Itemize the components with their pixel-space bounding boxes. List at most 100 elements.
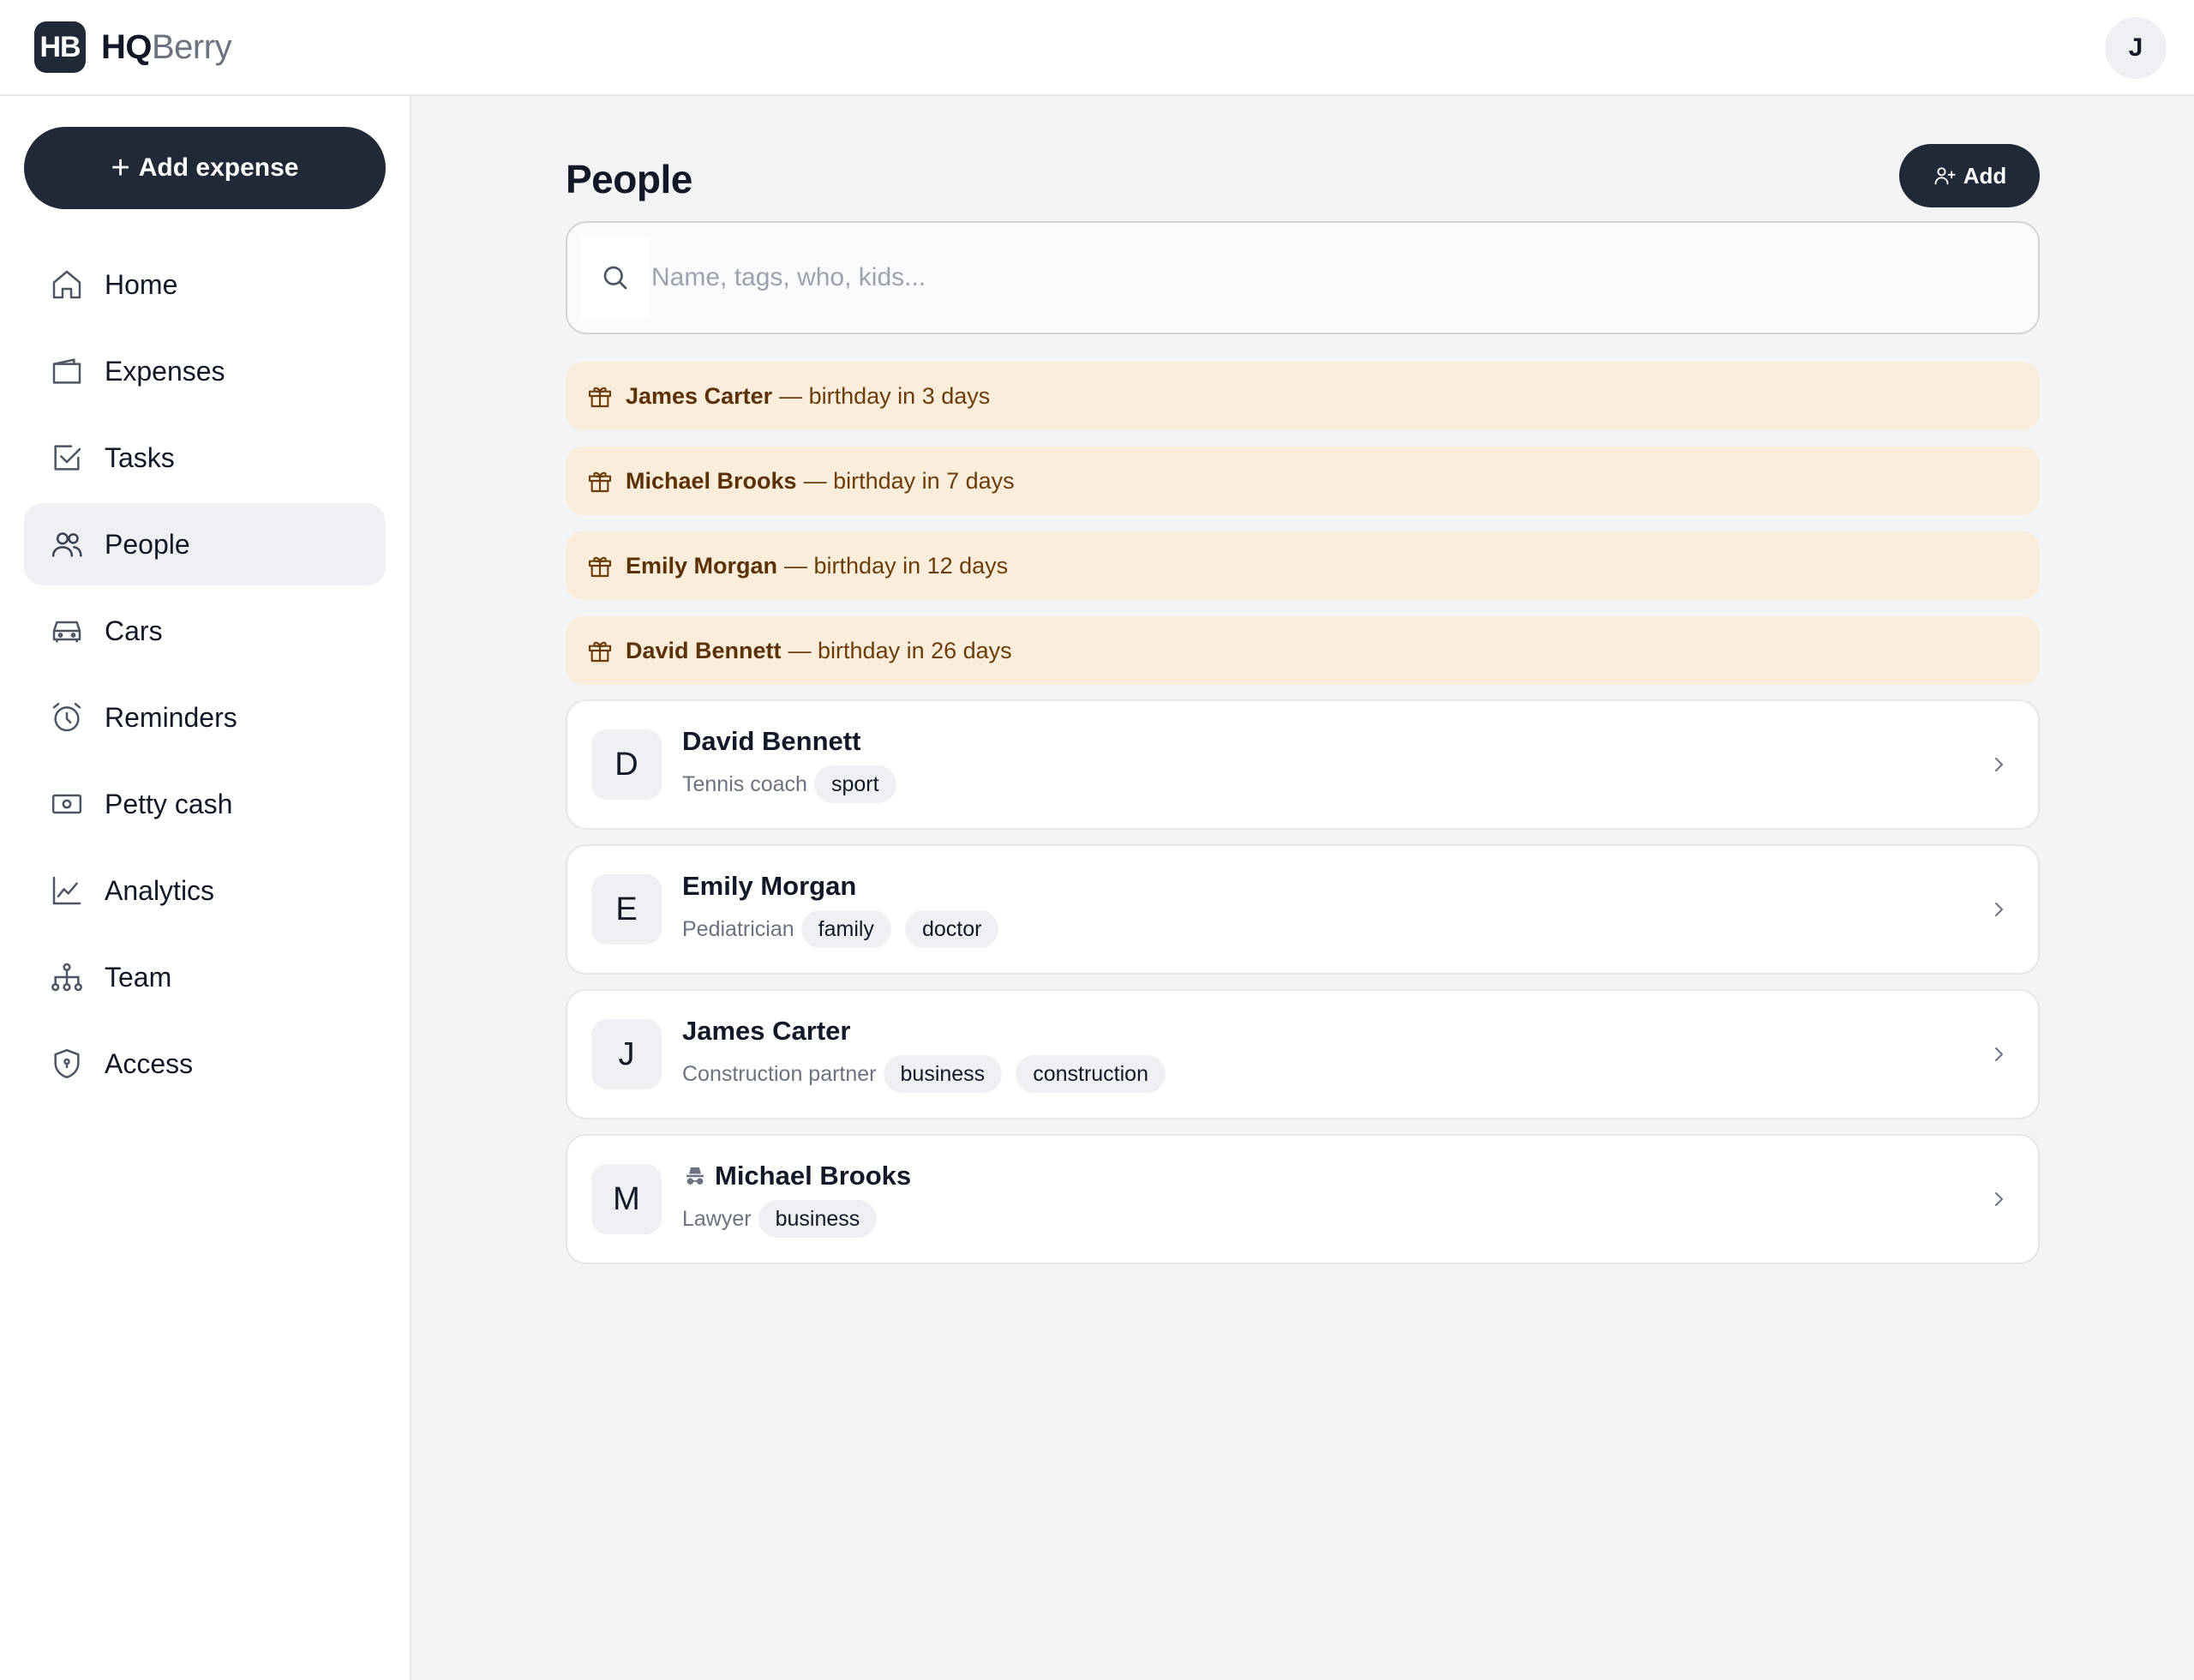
sidebar-item-label: Petty cash [105, 788, 233, 819]
birthday-text: — birthday in 7 days [803, 467, 1015, 494]
sidebar: + Add expense Home Expenses Tasks People … [0, 96, 411, 1680]
birthday-name: James Carter [626, 382, 773, 409]
person-card[interactable]: D David Bennett Tennis coach sport [566, 699, 2040, 830]
person-meta: Construction partner business constructi… [682, 1055, 1166, 1093]
person-tag: family [800, 910, 891, 948]
birthday-text: — birthday in 26 days [788, 637, 1012, 663]
birthday-alert[interactable]: Michael Brooks — birthday in 7 days [566, 447, 2040, 515]
add-person-button[interactable]: Add [1899, 144, 2040, 207]
sidebar-item-cars[interactable]: Cars [24, 590, 386, 672]
incognito-icon [686, 1167, 704, 1185]
plus-icon: + [111, 150, 130, 186]
person-tag: business [883, 1055, 1003, 1093]
line-chart-icon [52, 876, 81, 905]
search-input[interactable] [650, 263, 2038, 292]
birthday-name: Emily Morgan [626, 552, 778, 579]
chevron-right-icon [1995, 758, 2003, 771]
person-tag: doctor [904, 910, 999, 948]
banknote-icon [51, 794, 82, 814]
logo-mark[interactable]: HB [34, 21, 86, 73]
person-role: Tennis coach [682, 771, 807, 796]
sidebar-item-tasks[interactable]: Tasks [24, 417, 386, 499]
birthday-alert[interactable]: Emily Morgan — birthday in 12 days [566, 531, 2040, 600]
sidebar-nav: Home Expenses Tasks People Cars Reminder… [24, 243, 386, 1105]
main-content: People Add James Carter — birthday in 3 … [566, 96, 2040, 1279]
person-meta: Tennis coach sport [682, 765, 896, 803]
person-info: Michael Brooks Lawyer business [682, 1161, 911, 1238]
checkbox-icon [54, 445, 81, 471]
person-tag: construction [1016, 1055, 1166, 1093]
sidebar-item-label: Cars [105, 615, 163, 646]
person-name: Michael Brooks [682, 1161, 911, 1191]
birthday-name: David Bennett [626, 637, 782, 663]
car-icon [52, 621, 81, 643]
gift-icon [588, 641, 612, 663]
person-name-text: James Carter [682, 1016, 851, 1046]
person-name: David Bennett [682, 726, 896, 757]
page-header: People Add [566, 96, 2040, 221]
sidebar-item-access[interactable]: Access [24, 1023, 386, 1105]
sidebar-item-label: Reminders [105, 701, 237, 733]
add-expense-button[interactable]: + Add expense [24, 127, 386, 209]
sidebar-item-people[interactable]: People [24, 503, 386, 585]
gift-icon [588, 471, 612, 493]
top-bar: HB HQBerry J [0, 0, 2194, 96]
sidebar-item-analytics[interactable]: Analytics [24, 849, 386, 932]
person-meta: Lawyer business [682, 1200, 911, 1238]
shield-icon [54, 1048, 80, 1079]
person-initial: M [591, 1164, 662, 1234]
chevron-right-icon [1995, 1192, 2003, 1206]
search-box [566, 221, 2040, 334]
birthday-name: Michael Brooks [626, 467, 797, 494]
person-meta: Pediatrician family doctor [682, 910, 999, 948]
search-icon [603, 266, 627, 290]
birthday-text: — birthday in 3 days [779, 382, 991, 409]
person-card[interactable]: J James Carter Construction partner busi… [566, 989, 2040, 1119]
sidebar-item-label: Tasks [105, 441, 175, 473]
person-tag: sport [813, 765, 896, 803]
sidebar-item-home[interactable]: Home [24, 243, 386, 326]
user-avatar[interactable]: J [2105, 17, 2167, 79]
org-chart-icon [51, 963, 82, 992]
page-title: People [566, 157, 692, 201]
sidebar-item-expenses[interactable]: Expenses [24, 330, 386, 412]
add-person-label: Add [1963, 162, 2007, 189]
person-info: David Bennett Tennis coach sport [682, 726, 896, 803]
person-card[interactable]: M Michael Brooks Lawyer business [566, 1134, 2040, 1264]
alarm-clock-icon [52, 702, 81, 732]
sidebar-item-team[interactable]: Team [24, 936, 386, 1018]
wallet-icon [52, 358, 81, 384]
person-role: Lawyer [682, 1206, 752, 1231]
person-initial: D [591, 729, 662, 800]
chevron-right-icon [1995, 903, 2003, 916]
birthday-alert[interactable]: David Bennett — birthday in 26 days [566, 616, 2040, 685]
user-plus-icon [1934, 167, 1956, 185]
person-role: Construction partner [682, 1061, 877, 1086]
people-list: D David Bennett Tennis coach sport E Emi… [566, 699, 2040, 1264]
sidebar-item-petty-cash[interactable]: Petty cash [24, 763, 386, 845]
person-name: James Carter [682, 1016, 1166, 1047]
gift-icon [588, 387, 612, 408]
chevron-right-icon [1995, 1047, 2003, 1061]
sidebar-item-reminders[interactable]: Reminders [24, 676, 386, 759]
person-name: Emily Morgan [682, 871, 998, 902]
person-initial: E [591, 874, 662, 945]
person-info: Emily Morgan Pediatrician family doctor [682, 871, 999, 948]
users-icon [51, 532, 82, 557]
sidebar-item-label: Expenses [105, 355, 225, 387]
birthday-alert[interactable]: James Carter — birthday in 3 days [566, 362, 2040, 430]
brand-name[interactable]: HQBerry [101, 28, 232, 67]
gift-icon [588, 556, 612, 578]
person-role: Pediatrician [682, 916, 794, 941]
person-name-text: Emily Morgan [682, 871, 857, 901]
home-icon [52, 270, 81, 299]
person-card[interactable]: E Emily Morgan Pediatrician family docto… [566, 844, 2040, 975]
person-name-text: David Bennett [682, 726, 861, 756]
sidebar-item-label: Access [105, 1047, 194, 1079]
sidebar-item-label: People [105, 528, 190, 560]
search-icon-box [581, 237, 650, 319]
add-expense-label: Add expense [138, 153, 299, 182]
sidebar-item-label: Analytics [105, 874, 215, 906]
person-initial: J [591, 1019, 662, 1089]
person-info: James Carter Construction partner busine… [682, 1016, 1166, 1093]
